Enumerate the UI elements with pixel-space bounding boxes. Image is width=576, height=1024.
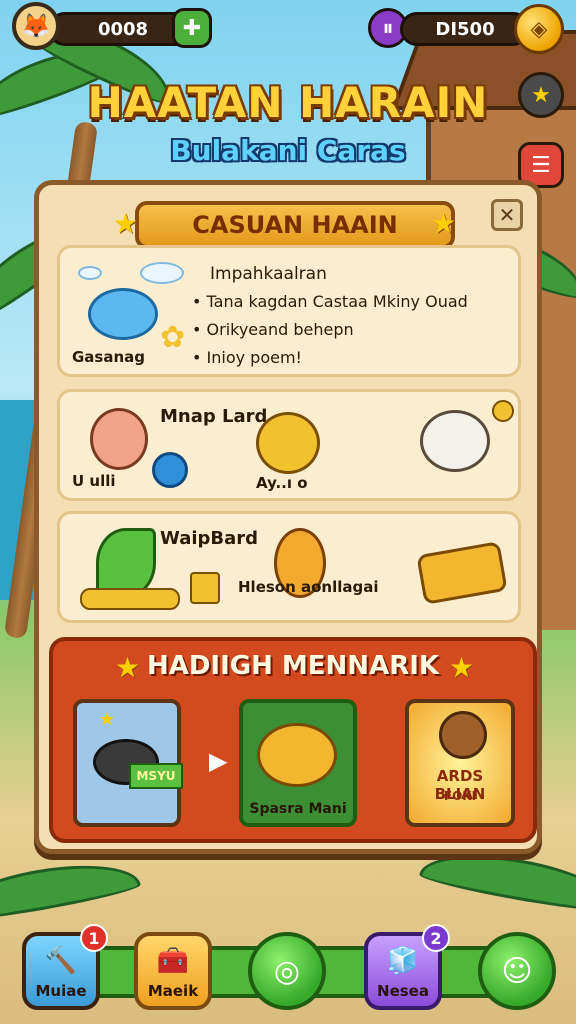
cloud-icon: [78, 266, 102, 280]
intro-line: • Tana kagdan Castaa Mkiny Ouad: [192, 292, 468, 311]
reward-preview-label: Hleson aonllagai: [238, 578, 379, 596]
notification-badge: 1: [80, 924, 108, 952]
reward-preview-card: WaipBard Hleson aonllagai: [57, 511, 521, 623]
map-label-mid: Ay..ı o: [256, 474, 308, 492]
intro-line: • Inioy poem!: [192, 348, 302, 367]
money-bag-icon: [257, 723, 337, 787]
treasure-chest-icon: 🧰: [156, 946, 190, 976]
blue-creature-icon: [88, 288, 158, 340]
reward-tile-2[interactable]: Spasra Mani: [239, 699, 357, 827]
star-icon: ★: [99, 709, 116, 730]
nav-item-messages[interactable]: ☺: [478, 932, 556, 1010]
star-icon: ★: [113, 207, 139, 240]
gold-coin-icon[interactable]: ◈: [514, 4, 564, 54]
event-panel: CASUAN HAAIN ★ ★ ✕ ✿ Gasanag Impahkaalra…: [34, 180, 542, 854]
currency-counter-right: DI500: [400, 12, 530, 46]
star-icon: ★: [449, 651, 475, 684]
arrow-right-icon: ▶: [209, 747, 228, 775]
map-card: U ulli Mnap Lard Ay..ı o: [57, 389, 521, 501]
nav-item-chat[interactable]: ◎: [248, 932, 326, 1010]
add-currency-button[interactable]: ✚: [172, 8, 212, 48]
coin-stack-icon: [80, 588, 180, 610]
intro-heading: Impahkaalran: [210, 264, 327, 284]
intro-card: ✿ Gasanag Impahkaalran • Tana kagdan Cas…: [57, 245, 521, 377]
cup-icon: 🧊: [386, 946, 420, 976]
intro-caption: Gasanag: [72, 348, 146, 366]
leaf-plus-icon: ✚: [182, 15, 202, 41]
currency-value-right: DI500: [435, 18, 495, 40]
reward-tile-1[interactable]: MSYU ★: [73, 699, 183, 827]
mouse-character-icon: [90, 408, 148, 470]
message-icon: ☺: [501, 953, 533, 989]
blue-gem-icon: [152, 452, 188, 488]
bush: [418, 842, 576, 918]
reward-tag: MSYU: [129, 763, 183, 789]
star-icon: ★: [431, 207, 457, 240]
reward-tile-3[interactable]: ARDS BLIAN FOKI: [405, 699, 515, 827]
map-heading: Mnap Lard: [160, 406, 268, 427]
notification-badge: 2: [422, 924, 450, 952]
star-icon: ★: [115, 651, 141, 684]
white-dog-icon: [420, 410, 490, 472]
game-title: HAATAN HARAIN: [87, 78, 489, 127]
nav-label: Nesea: [377, 982, 429, 1000]
close-icon: ✕: [498, 203, 516, 227]
currency-value-left: 0008: [97, 18, 149, 40]
panel-header: CASUAN HAAIN: [135, 201, 455, 249]
bear-icon: [439, 711, 487, 759]
gold-creature-icon: [256, 412, 320, 474]
gold-bar-icon: [416, 541, 508, 605]
nav-label: Maeik: [147, 982, 199, 1000]
game-subtitle: Bulakani Caras: [170, 134, 406, 167]
list-icon: ☰: [531, 152, 551, 178]
cloud-icon: [140, 262, 184, 284]
reward-preview-heading: WaipBard: [160, 528, 259, 549]
reward-tile-2-label: Spasra Mani: [249, 801, 347, 817]
bottom-nav: 🔨 Muiae 1 🧰 Maeik ◎ 🧊 Nesea 2 ☺: [16, 924, 560, 1010]
chat-bubble-icon: ◎: [273, 953, 301, 989]
rewards-section: HADIIGH MENNARIK ★ ★ MSYU ★ ▶ Spasra Man…: [49, 637, 537, 843]
coin-token-icon: [190, 572, 220, 604]
player-avatar[interactable]: 🦊: [12, 2, 60, 50]
sunflower-icon: ✿: [160, 320, 186, 355]
map-label-left: U ulli: [72, 472, 116, 490]
bush: [0, 852, 142, 928]
pause-icon: ⏸: [382, 15, 394, 41]
favorites-button[interactable]: ★: [518, 72, 564, 118]
nav-item-maeik[interactable]: 🧰 Maeik: [134, 932, 212, 1010]
close-button[interactable]: ✕: [491, 199, 523, 231]
intro-line: • Orikyeand behepn: [192, 320, 354, 339]
coin-icon: [492, 400, 514, 422]
panel-title: CASUAN HAAIN: [192, 211, 398, 239]
reward-tile-3-sub: FOKI: [443, 789, 477, 803]
star-icon: ★: [531, 82, 551, 108]
fox-avatar-icon: 🦊: [21, 12, 51, 40]
hammer-icon: 🔨: [44, 946, 78, 976]
nav-label: Muiae: [35, 982, 87, 1000]
